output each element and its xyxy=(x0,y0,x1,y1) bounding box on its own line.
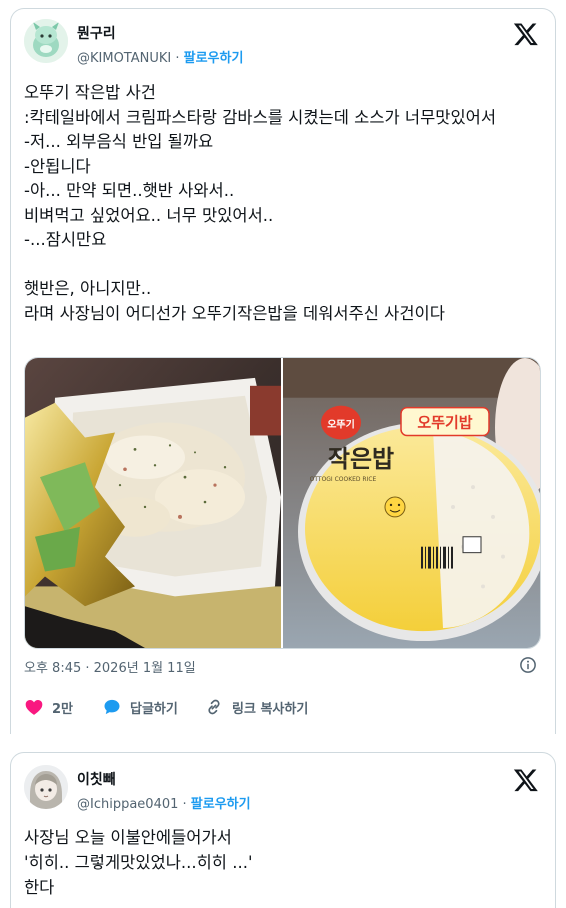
english-label-text: OTTOGI COOKED RICE xyxy=(310,476,377,483)
separator: · xyxy=(178,797,191,812)
display-name[interactable]: 이칫빼 xyxy=(77,769,116,789)
reply-bubble-icon xyxy=(104,699,120,715)
tweet-media[interactable]: 오뚜기 작은밥 오뚜기밥 OTTOGI COOKED RICE xyxy=(24,357,541,649)
avatar[interactable] xyxy=(24,765,68,809)
x-logo-icon[interactable] xyxy=(513,767,539,793)
tweet-text: 오뚜기 작은밥 사건 :칵테일바에서 크림파스타랑 감바스를 시켰는데 소스가 … xyxy=(24,83,497,323)
copy-link-label: 링크 복사하기 xyxy=(232,701,309,717)
reply-label: 답글하기 xyxy=(130,701,178,717)
heart-icon xyxy=(25,700,43,715)
reply-button[interactable]: 답글하기 xyxy=(102,697,178,717)
pasta-photo[interactable] xyxy=(25,358,281,648)
like-count: 2만 xyxy=(52,701,74,717)
product-label-text: 오뚜기밥 xyxy=(417,414,472,432)
timestamp[interactable]: 오후 8:45 · 2026년 1월 11일 xyxy=(24,657,196,676)
avatar[interactable] xyxy=(24,19,68,63)
tweet-text: 사장님 오늘 이불안에들어가서 '히히.. 그렇게맛있었나...히히 ...' … xyxy=(24,828,253,897)
follow-button[interactable]: 팔로우하기 xyxy=(184,51,244,66)
handle[interactable]: @KIMOTANUKI xyxy=(77,51,171,66)
tweet-card: 뭔구리 @KIMOTANUKI · 팔로우하기 오뚜기 작은밥 사건 :칵테일바… xyxy=(10,8,556,734)
tweet-actions: 2만 답글하기 링크 복사하기 xyxy=(24,697,542,719)
display-name[interactable]: 뭔구리 xyxy=(77,23,116,43)
brand-badge-text: 오뚜기 xyxy=(327,418,355,431)
tweet-card: 이칫빼 @Ichippae0401 · 팔로우하기 사장님 오늘 이불안에들어가… xyxy=(10,752,556,908)
like-button[interactable]: 2만 xyxy=(24,697,73,717)
x-logo-icon[interactable] xyxy=(513,21,539,47)
copy-link-button[interactable]: 링크 복사하기 xyxy=(204,697,308,717)
follow-button[interactable]: 팔로우하기 xyxy=(191,797,251,812)
separator: · xyxy=(171,51,184,66)
handle-line: @Ichippae0401 · 팔로우하기 xyxy=(77,793,251,812)
handle[interactable]: @Ichippae0401 xyxy=(77,797,178,812)
product-name-text: 작은밥 xyxy=(328,445,394,473)
link-icon xyxy=(208,699,220,715)
rice-photo[interactable]: 오뚜기 작은밥 오뚜기밥 OTTOGI COOKED RICE xyxy=(283,358,541,648)
handle-line: @KIMOTANUKI · 팔로우하기 xyxy=(77,47,243,66)
info-icon[interactable] xyxy=(519,656,537,674)
